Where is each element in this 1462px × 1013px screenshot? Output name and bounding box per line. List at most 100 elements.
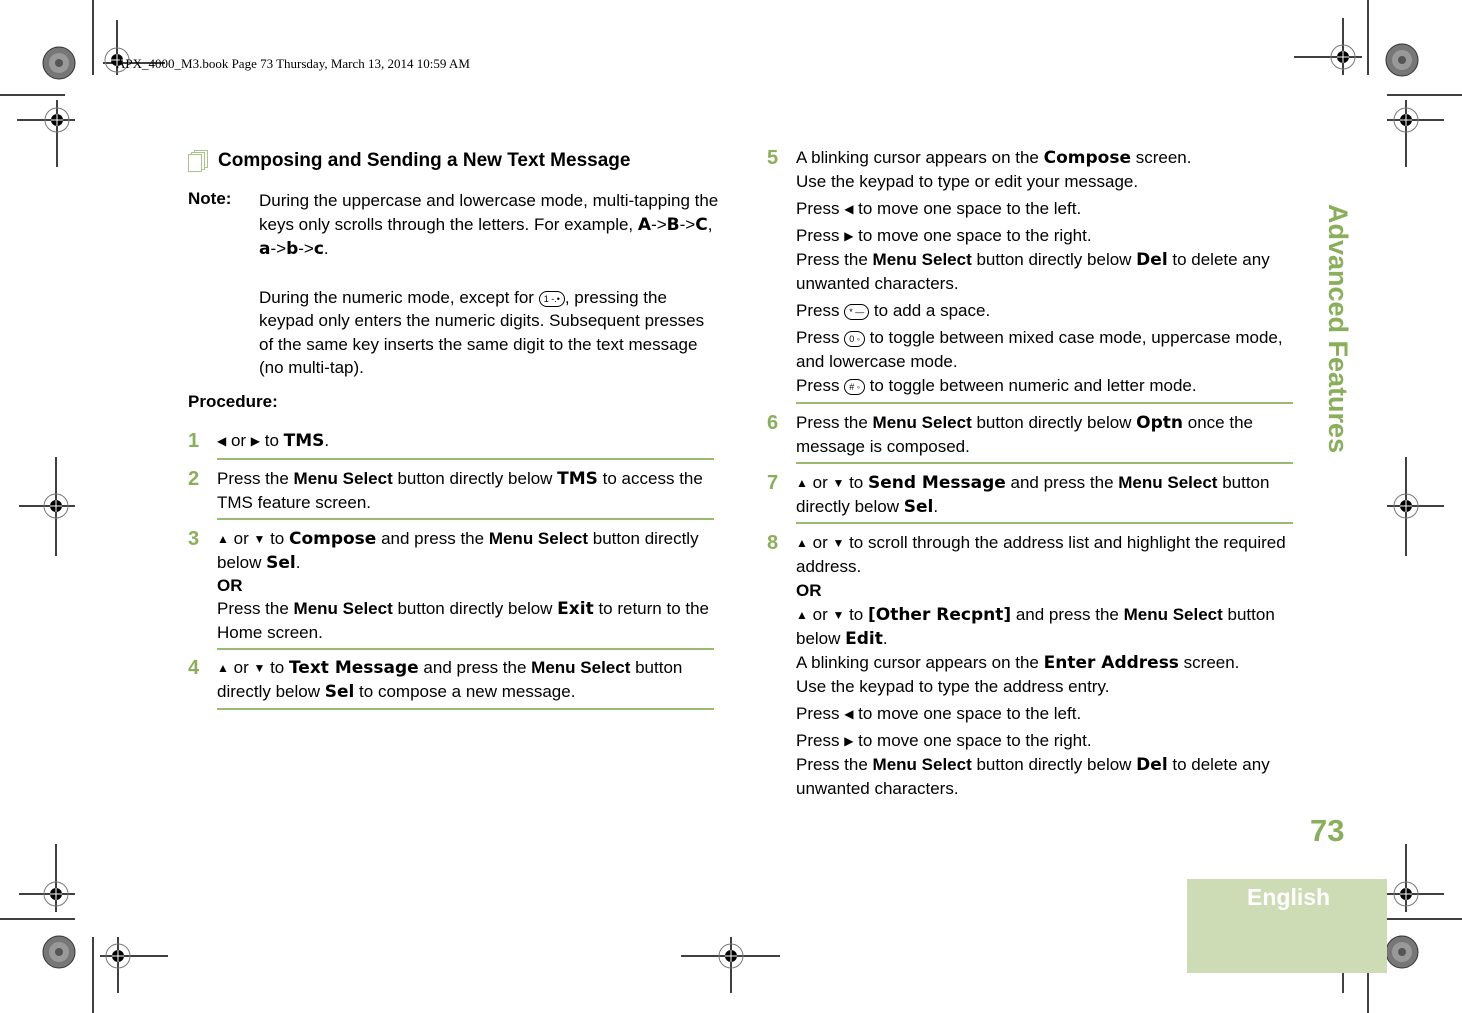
text: to (265, 529, 289, 548)
text: Press (796, 731, 845, 750)
step-number: 3 (188, 528, 200, 550)
text: . (933, 497, 939, 516)
text: to (844, 605, 868, 624)
language-label: English (1247, 884, 1331, 910)
display-label: Optn (1136, 413, 1184, 433)
display-label: Compose (1043, 148, 1131, 168)
down-arrow-icon: ▼ (253, 532, 266, 546)
menu-select-label: Menu Select (293, 469, 393, 488)
step-body: ▲ or ▼ to Send Message and press the Men… (796, 471, 1293, 519)
display-label: Del (1136, 250, 1168, 270)
text: or (807, 605, 833, 624)
text: and press the (1005, 473, 1119, 492)
step-body: ◀ or ▶ to TMS. (217, 429, 714, 453)
chapter-title: Advanced Features (1323, 204, 1353, 454)
text: . (323, 239, 329, 258)
display-label: Send Message (867, 473, 1006, 493)
text: button directly below (971, 413, 1137, 432)
note-paragraph-2: During the numeric mode, except for 1 -.… (259, 286, 719, 380)
up-arrow-icon: ▲ (217, 532, 229, 546)
text: Press (796, 376, 845, 395)
text: to add a space. (869, 301, 991, 320)
note-body: During the uppercase and lowercase mode,… (259, 189, 719, 380)
text: Use the keypad to type the address entry… (796, 677, 1110, 696)
left-arrow-icon: ◀ (217, 434, 227, 448)
text: Press (796, 199, 845, 218)
hash-key-icon: # ◦ (844, 379, 865, 395)
menu-select-label: Menu Select (872, 250, 972, 269)
right-arrow-icon: ▶ (250, 434, 261, 448)
display-label: [Other Recpnt] (867, 605, 1012, 625)
text: Press (796, 226, 845, 245)
language-tab: English (1187, 879, 1387, 973)
zero-key-icon: 0 ◦ (844, 331, 865, 347)
step-body: Press the Menu Select button directly be… (217, 467, 714, 515)
up-arrow-icon: ▲ (217, 661, 229, 675)
step-body: ▲ or ▼ to Text Message and press the Men… (217, 656, 714, 704)
text: -> (298, 239, 314, 258)
display-label: Compose (288, 529, 377, 549)
text: button directly below (392, 599, 558, 618)
text: . (882, 629, 888, 648)
step-divider (217, 458, 714, 460)
display-letter: C (695, 214, 708, 235)
display-label: Sel (266, 553, 296, 573)
star-target-icon (1385, 935, 1419, 969)
step-number: 6 (767, 412, 779, 434)
menu-select-label: Menu Select (872, 413, 972, 432)
or-label: OR (217, 576, 243, 595)
or-label: OR (796, 581, 822, 600)
star-target-icon (1385, 43, 1419, 77)
display-label: Sel (324, 682, 355, 702)
text: and press the (418, 658, 532, 677)
step-number: 8 (767, 532, 779, 554)
page-number: 73 (1310, 813, 1345, 848)
display-label: Edit (845, 629, 883, 649)
text: to (265, 658, 289, 677)
note-label: Note: (188, 189, 232, 208)
text: button directly below (971, 755, 1137, 774)
text: to (844, 473, 868, 492)
key-1-icon: 1 -.• (538, 290, 565, 307)
display-letter: b (286, 239, 299, 259)
text: Press (796, 328, 845, 347)
star-target-icon (42, 935, 76, 969)
print-stamp: APX_4000_M3.book Page 73 Thursday, March… (116, 56, 470, 71)
text: button directly below (971, 250, 1137, 269)
text: Press (796, 301, 845, 320)
note-text: During the numeric mode, except for (259, 287, 539, 307)
text: to toggle between mixed case mode, upper… (796, 328, 1283, 371)
down-arrow-icon: ▼ (832, 476, 845, 490)
menu-select-label: Menu Select (293, 599, 393, 618)
star-target-icon (42, 46, 76, 80)
step-number: 5 (767, 147, 779, 169)
text: -> (270, 239, 287, 258)
menu-select-label: Menu Select (872, 755, 972, 774)
up-arrow-icon: ▲ (796, 536, 808, 550)
section-title-text: Composing and Sending a New Text Message (218, 150, 631, 171)
star-key-icon: * — (844, 304, 870, 320)
text: , (707, 214, 713, 234)
step-number: 2 (188, 468, 200, 490)
document-stack-icon (188, 150, 210, 172)
section-title: Composing and Sending a New Text Message (188, 150, 630, 172)
step-body: ▲ or ▼ to scroll through the address lis… (796, 531, 1293, 801)
step-divider (217, 708, 714, 710)
text: Press (796, 704, 845, 723)
step-number: 4 (188, 657, 200, 679)
text: to move one space to the left. (853, 704, 1082, 723)
menu-select-label: Menu Select (488, 529, 589, 548)
text: -> (651, 214, 667, 234)
text: . (324, 431, 330, 450)
text: . (295, 553, 301, 572)
text: to move one space to the left. (853, 199, 1082, 218)
text: Press the (796, 755, 873, 774)
text: to compose a new message. (354, 682, 576, 701)
text: to toggle between numeric and letter mod… (864, 376, 1197, 395)
text: and press the (1011, 605, 1124, 624)
text: or (807, 473, 833, 492)
display-label: Enter Address (1043, 653, 1179, 673)
up-arrow-icon: ▲ (796, 476, 808, 490)
down-arrow-icon: ▼ (253, 661, 266, 675)
step-body: Press the Menu Select button directly be… (796, 411, 1293, 459)
